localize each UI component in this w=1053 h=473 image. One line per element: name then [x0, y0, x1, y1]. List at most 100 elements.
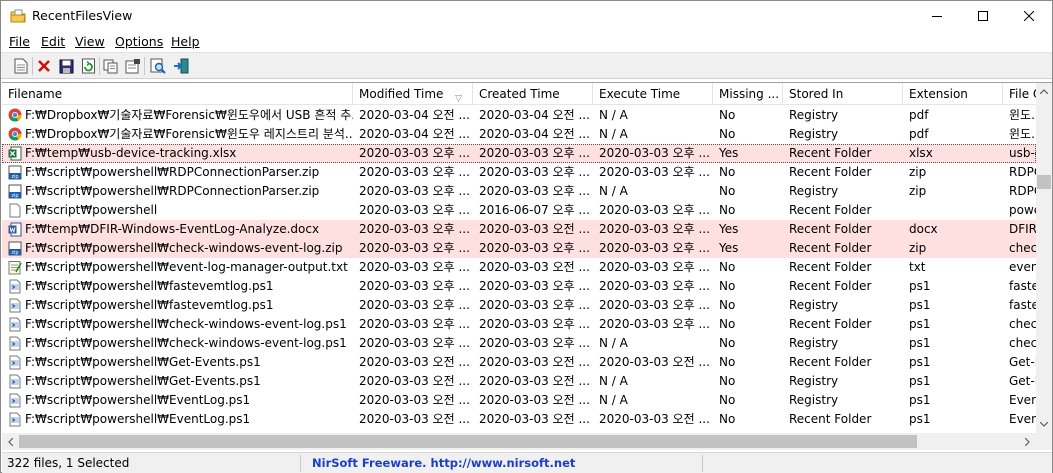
- scroll-down-button[interactable]: [1036, 416, 1052, 433]
- vertical-scroll-thumb[interactable]: [1037, 175, 1051, 189]
- file-owner-cell: 윈도...: [1009, 108, 1036, 122]
- created-time-cell: 2020-03-03 오후 ...: [479, 184, 590, 198]
- delete-button[interactable]: [35, 57, 53, 75]
- scroll-left-button[interactable]: [2, 433, 19, 450]
- menu-file[interactable]: File: [9, 34, 30, 49]
- stored-in-cell: Recent Folder: [789, 355, 872, 369]
- stored-in-cell: Recent Folder: [789, 165, 872, 179]
- stored-in-cell: Recent Folder: [789, 222, 872, 236]
- created-time-cell: 2020-03-03 오후 ...: [479, 146, 590, 160]
- table-row[interactable]: F:₩script₩powershell₩check-windows-event…: [2, 334, 1036, 353]
- table-row[interactable]: F:₩temp₩DFIR-Windows-EventLog-Analyze.do…: [2, 220, 1036, 239]
- created-time-cell: 2016-06-07 오후 ...: [479, 203, 590, 217]
- extension-cell: txt: [909, 260, 926, 274]
- filename-cell: F:₩Dropbox₩기술자료₩Forensic₩윈도우에서 USB 흔적 추.…: [2, 106, 353, 125]
- find-icon: [150, 58, 166, 74]
- column-extension[interactable]: Extension: [903, 83, 1003, 104]
- extension-cell: zip: [909, 184, 927, 198]
- horizontal-scroll-thumb[interactable]: [19, 435, 917, 448]
- column-stored-in[interactable]: Stored In: [783, 83, 903, 104]
- table-row[interactable]: zip F:₩script₩powershell₩RDPConnectionPar…: [2, 182, 1036, 201]
- missing-cell: No: [719, 108, 736, 122]
- table-row[interactable]: F:₩script₩powershell₩fastevemtlog.ps1 202…: [2, 296, 1036, 315]
- file-count-status: 322 files, 1 Selected: [5, 455, 301, 472]
- stored-in-cell: Recent Folder: [789, 146, 872, 160]
- table-row[interactable]: F:₩script₩powershell₩event-log-manager-o…: [2, 258, 1036, 277]
- file-list[interactable]: Filename Modified Time ▽ Created Time Exe…: [2, 82, 1052, 451]
- column-created-time[interactable]: Created Time: [473, 83, 593, 104]
- missing-cell: No: [719, 127, 736, 141]
- menu-edit[interactable]: Edit: [41, 34, 65, 49]
- column-modified-time[interactable]: Modified Time ▽: [353, 83, 473, 104]
- filename-cell: F:₩script₩powershell₩Get-Events.ps1: [2, 372, 353, 391]
- close-button[interactable]: [1006, 1, 1052, 31]
- filename-cell: F:₩script₩powershell₩EventLog.ps1: [2, 391, 353, 410]
- file-owner-cell: RDPC: [1009, 184, 1036, 198]
- modified-time-cell: 2020-03-03 오후 ...: [359, 260, 470, 274]
- column-execute-time[interactable]: Execute Time: [593, 83, 713, 104]
- refresh-button[interactable]: [79, 57, 97, 75]
- vertical-scrollbar[interactable]: [1036, 83, 1052, 433]
- ps1-file-icon: [8, 336, 22, 351]
- modified-time-cell: 2020-03-03 오전 ...: [359, 393, 470, 407]
- copy-button[interactable]: [102, 57, 120, 75]
- menu-view[interactable]: View: [75, 34, 105, 49]
- filename-cell: F:₩script₩powershell₩event-log-manager-o…: [2, 258, 353, 277]
- modified-time-cell: 2020-03-03 오후 ...: [359, 336, 470, 350]
- nirsoft-link[interactable]: NirSoft Freeware. http://www.nirsoft.net: [312, 455, 575, 472]
- extension-cell: zip: [909, 241, 927, 255]
- missing-cell: No: [719, 317, 736, 331]
- column-missing[interactable]: Missing ...: [713, 83, 783, 104]
- table-row[interactable]: F:₩script₩powershell₩fastevemtlog.ps1 202…: [2, 277, 1036, 296]
- column-filename[interactable]: Filename: [2, 83, 353, 104]
- maximize-button[interactable]: [960, 1, 1006, 31]
- blank-file-icon: [8, 203, 22, 218]
- properties-button[interactable]: [124, 57, 142, 75]
- exit-button[interactable]: [172, 57, 190, 75]
- table-row[interactable]: F:₩script₩powershell 2020-03-03 오후 ... 201…: [2, 201, 1036, 220]
- created-time-cell: 2020-03-03 오후 ...: [479, 298, 590, 312]
- minimize-button[interactable]: [914, 1, 960, 31]
- close-icon: [1024, 11, 1034, 21]
- properties-icon: [125, 59, 140, 74]
- column-header: Filename Modified Time ▽ Created Time Exe…: [2, 83, 1036, 105]
- file-owner-cell: RDPC: [1009, 165, 1036, 179]
- file-owner-cell: powe: [1009, 203, 1036, 217]
- table-row[interactable]: F:₩script₩powershell₩EventLog.ps1 2020-03…: [2, 391, 1036, 410]
- table-row[interactable]: F:₩script₩powershell₩Get-Events.ps1 2020-…: [2, 372, 1036, 391]
- filename-cell: zip F:₩script₩powershell₩RDPConnectionPar…: [2, 182, 353, 201]
- menu-help[interactable]: Help: [171, 34, 200, 49]
- table-row[interactable]: zip F:₩script₩powershell₩check-windows-ev…: [2, 239, 1036, 258]
- save-button[interactable]: [57, 57, 75, 75]
- text-file-icon: [8, 260, 22, 275]
- extension-cell: pdf: [909, 108, 929, 122]
- ps1-file-icon: [8, 412, 22, 427]
- table-row-selected[interactable]: F:₩temp₩usb-device-tracking.xlsx 2020-03-…: [2, 144, 1036, 163]
- execute-time-cell: N / A: [599, 336, 628, 350]
- table-row[interactable]: zip F:₩script₩powershell₩RDPConnectionPar…: [2, 163, 1036, 182]
- modified-time-cell: 2020-03-03 오후 ...: [359, 165, 470, 179]
- zip-file-icon: zip: [8, 241, 22, 256]
- find-button[interactable]: [149, 57, 167, 75]
- filename-cell: F:₩script₩powershell₩fastevemtlog.ps1: [2, 277, 353, 296]
- table-row[interactable]: F:₩script₩powershell₩EventLog.ps1 2020-03…: [2, 410, 1036, 429]
- toolbar-separator: [32, 57, 33, 75]
- scroll-up-button[interactable]: [1036, 83, 1052, 100]
- menu-options[interactable]: Options: [115, 34, 163, 49]
- filename-cell: zip F:₩script₩powershell₩check-windows-ev…: [2, 239, 353, 258]
- extension-cell: ps1: [909, 355, 931, 369]
- execute-time-cell: 2020-03-03 오후 ...: [599, 279, 710, 293]
- table-row[interactable]: F:₩script₩powershell₩check-windows-event…: [2, 315, 1036, 334]
- stored-in-cell: Registry: [789, 336, 839, 350]
- table-row[interactable]: F:₩Dropbox₩기술자료₩Forensic₩윈도우 레지스트리 분석...…: [2, 125, 1036, 144]
- chrome-file-icon: [8, 127, 22, 142]
- missing-cell: No: [719, 393, 736, 407]
- html-report-button[interactable]: [12, 57, 30, 75]
- missing-cell: No: [719, 203, 736, 217]
- scroll-right-button[interactable]: [1019, 433, 1036, 450]
- column-file-owner[interactable]: File O: [1003, 83, 1036, 104]
- table-row[interactable]: F:₩Dropbox₩기술자료₩Forensic₩윈도우에서 USB 흔적 추.…: [2, 106, 1036, 125]
- table-row[interactable]: F:₩script₩powershell₩Get-Events.ps1 2020-…: [2, 353, 1036, 372]
- horizontal-scrollbar[interactable]: [2, 433, 1036, 450]
- toolbar-separator: [99, 57, 100, 75]
